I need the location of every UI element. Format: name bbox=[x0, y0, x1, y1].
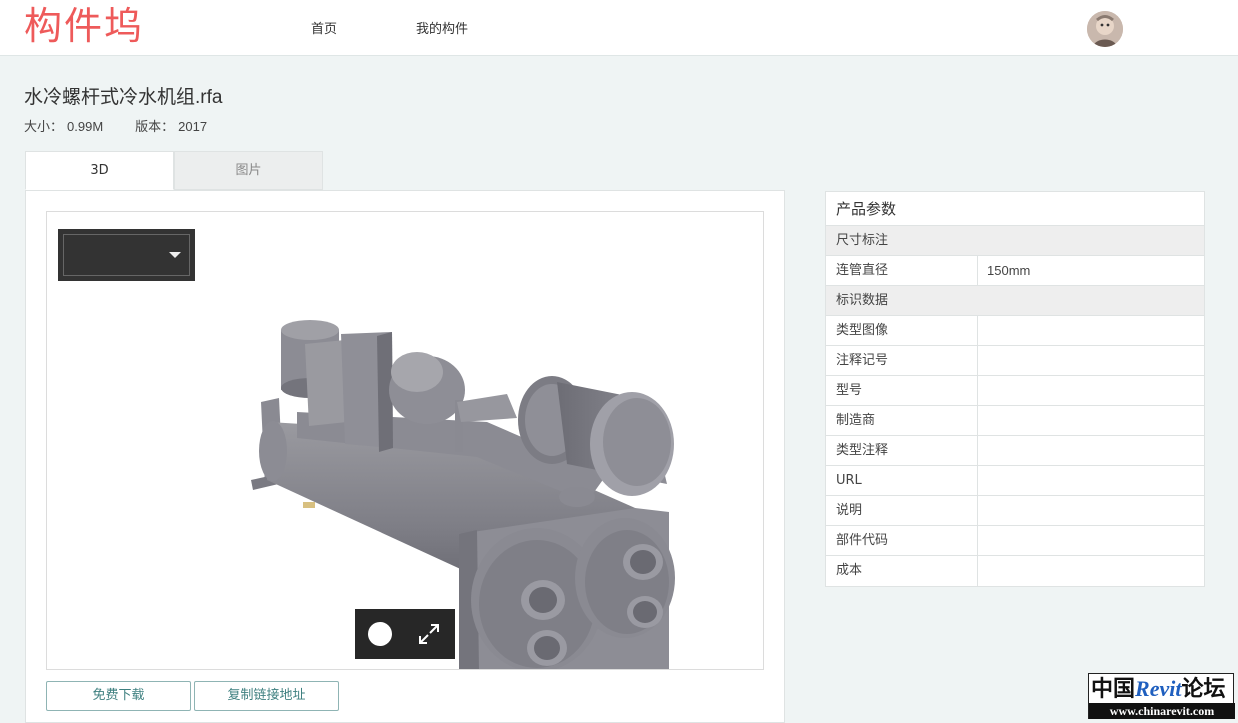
product-params-table: 产品参数 尺寸标注 连管直径 150mm 标识数据 类型图像 注释记号 型号 制… bbox=[825, 191, 1205, 587]
params-title: 产品参数 bbox=[826, 192, 1204, 226]
tab-images[interactable]: 图片 bbox=[174, 151, 323, 190]
param-value bbox=[978, 376, 1204, 405]
user-avatar[interactable] bbox=[1087, 11, 1123, 47]
watermark-url: www.chinarevit.com bbox=[1089, 703, 1235, 719]
params-row: 型号 bbox=[826, 376, 1204, 406]
reset-view-icon[interactable] bbox=[368, 622, 392, 646]
param-key: 类型注释 bbox=[826, 436, 978, 465]
param-key: 说明 bbox=[826, 496, 978, 525]
file-meta: 大小： 0.99M 版本： 2017 bbox=[24, 116, 211, 135]
params-group-identity: 标识数据 bbox=[826, 286, 1204, 316]
copy-link-button[interactable]: 复制链接地址 bbox=[194, 681, 339, 711]
param-key: 连管直径 bbox=[826, 256, 978, 285]
free-download-button[interactable]: 免费下载 bbox=[46, 681, 191, 711]
params-row: 注释记号 bbox=[826, 346, 1204, 376]
params-group-dimensions: 尺寸标注 bbox=[826, 226, 1204, 256]
param-key: 制造商 bbox=[826, 406, 978, 435]
params-row: 说明 bbox=[826, 496, 1204, 526]
param-key: 注释记号 bbox=[826, 346, 978, 375]
top-bar: 构件坞 首页 我的构件 bbox=[0, 0, 1238, 56]
param-key: 类型图像 bbox=[826, 316, 978, 345]
param-value bbox=[978, 406, 1204, 435]
version-label: 版本： bbox=[135, 119, 175, 134]
param-key: 成本 bbox=[826, 556, 978, 586]
param-value bbox=[978, 436, 1204, 465]
fullscreen-icon[interactable] bbox=[417, 622, 441, 646]
param-value bbox=[978, 526, 1204, 555]
params-row: 部件代码 bbox=[826, 526, 1204, 556]
params-row: 连管直径 150mm bbox=[826, 256, 1204, 286]
version-value: 2017 bbox=[178, 119, 208, 134]
site-logo[interactable]: 构件坞 bbox=[24, 4, 144, 48]
params-row: 类型注释 bbox=[826, 436, 1204, 466]
param-value: 150mm bbox=[987, 263, 1031, 278]
param-key: 部件代码 bbox=[826, 526, 978, 555]
nav-home-link[interactable]: 首页 bbox=[311, 18, 337, 37]
avatar-image bbox=[1087, 11, 1123, 47]
file-title: 水冷螺杆式冷水机组.rfa bbox=[24, 87, 223, 108]
params-row: 制造商 bbox=[826, 406, 1204, 436]
param-value bbox=[978, 316, 1204, 345]
viewer-control-bar bbox=[355, 609, 455, 659]
chevron-down-icon bbox=[169, 252, 181, 258]
param-value bbox=[978, 496, 1204, 525]
param-value bbox=[978, 466, 1204, 495]
size-value: 0.99M bbox=[67, 119, 104, 134]
tab-3d[interactable]: 3D bbox=[25, 151, 174, 190]
param-value bbox=[978, 556, 1204, 586]
param-key: 型号 bbox=[826, 376, 978, 405]
params-row: URL bbox=[826, 466, 1204, 496]
params-row: 成本 bbox=[826, 556, 1204, 586]
nav-my-components-link[interactable]: 我的构件 bbox=[416, 18, 468, 37]
dropdown-box bbox=[63, 234, 190, 276]
view-select-dropdown[interactable] bbox=[58, 229, 195, 281]
watermark-revit: Revit bbox=[1135, 676, 1182, 701]
param-key: URL bbox=[826, 466, 978, 495]
watermark-cn-a: 中国 bbox=[1091, 676, 1136, 702]
site-watermark: 中国Revit论坛 www.chinarevit.com bbox=[1088, 673, 1235, 719]
params-row: 类型图像 bbox=[826, 316, 1204, 346]
size-label: 大小： bbox=[24, 119, 64, 134]
watermark-cn-b: 论坛 bbox=[1181, 676, 1226, 702]
watermark-title: 中国Revit论坛 bbox=[1091, 675, 1225, 703]
param-value bbox=[978, 346, 1204, 375]
model-viewer[interactable] bbox=[46, 211, 764, 670]
